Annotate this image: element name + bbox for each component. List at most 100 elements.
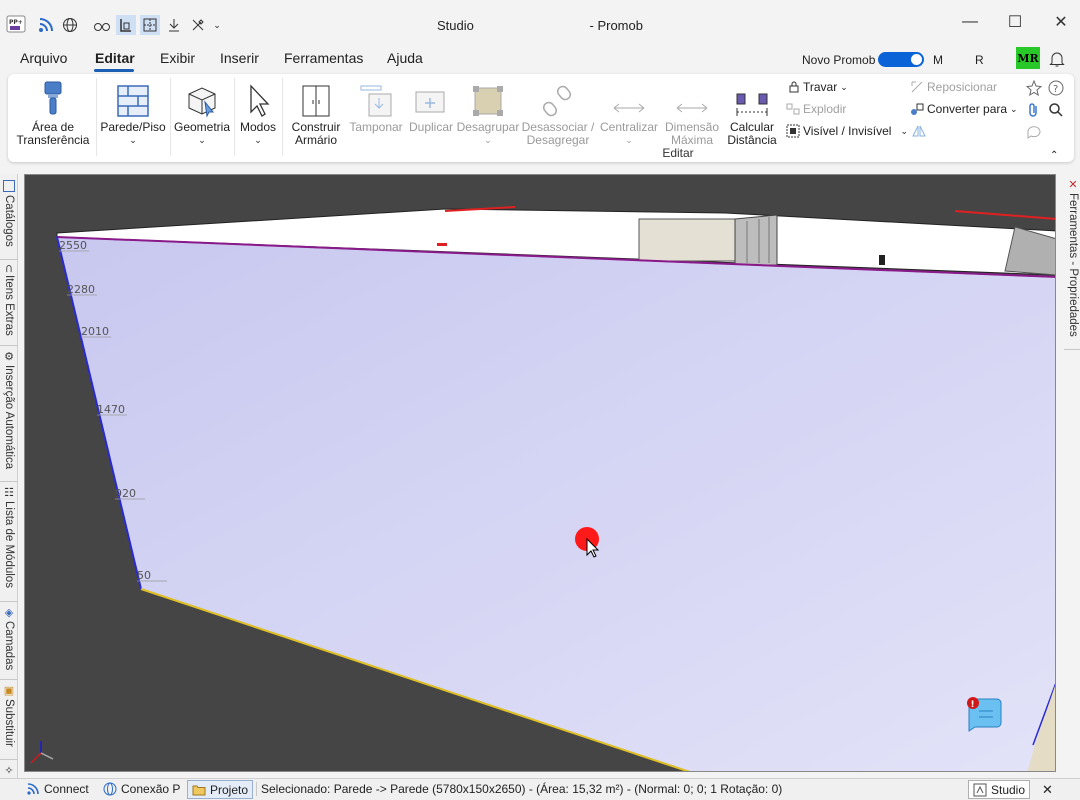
projeto-label: Projeto (210, 782, 249, 797)
desagrupar-button[interactable]: Desagrupar ⌄ (456, 78, 520, 147)
reposicionar-label: Reposicionar (927, 80, 998, 94)
tab-ferramentas-propriedades[interactable]: ✕ Ferramentas - Propriedades (1064, 176, 1080, 350)
studio-tab[interactable]: Studio (968, 780, 1031, 799)
travar-button[interactable]: Travar ⌄ (788, 80, 848, 94)
area-transferencia-label: Área de Transferência (16, 120, 90, 147)
folder-icon (192, 785, 206, 795)
conexao-button[interactable]: Conexão P (103, 782, 180, 796)
novo-promob-toggle[interactable] (878, 52, 924, 67)
centralizar-button[interactable]: Centralizar ⌄ (596, 78, 662, 147)
bell-icon[interactable] (1048, 50, 1066, 68)
construir-armario-button[interactable]: Construir Armário (286, 78, 346, 147)
active-menu-indicator (94, 69, 134, 72)
selection-info: Selecionado: Parede -> Parede (5780x150x… (256, 782, 782, 796)
construir-armario-label: Construir Armário (291, 120, 341, 147)
furniture-module[interactable] (638, 218, 736, 262)
modos-label: Modos (239, 120, 277, 134)
centralizar-label: Centralizar (599, 120, 659, 134)
user-avatar[interactable]: MR (1016, 47, 1040, 69)
tools-props-icon: ✕ (1066, 178, 1079, 191)
parede-piso-label: Parede/Piso (100, 120, 166, 134)
rss-icon (27, 783, 39, 795)
notification-bubble-icon[interactable]: ! (967, 697, 1002, 732)
status-bar: Connect Conexão P Projeto Selecionado: P… (0, 778, 1080, 800)
reposicionar-button[interactable]: Reposicionar (910, 80, 997, 94)
modos-button[interactable]: Modos ⌄ (236, 78, 280, 147)
mirror-icon[interactable] (912, 124, 926, 138)
dimensao-maxima-button[interactable]: Dimensão Máxima (660, 78, 724, 147)
3d-viewport[interactable]: 2550 2280 2010 1470 920 50 ! (24, 174, 1056, 772)
selection-info-text: Selecionado: Parede -> Parede (5780x150x… (261, 782, 783, 796)
explodir-button[interactable]: Explodir (786, 102, 846, 116)
max-dimension-icon (676, 103, 708, 113)
parede-piso-button[interactable]: Parede/Piso ⌄ (98, 78, 168, 147)
converter-para-button[interactable]: Converter para ⌄ (910, 102, 1018, 116)
scene-render[interactable]: 2550 2280 2010 1470 920 50 ! (25, 175, 1056, 772)
menu-ajuda[interactable]: Ajuda (387, 50, 423, 66)
tab-insercao-automatica[interactable]: ⚙ Inserção Automática (0, 348, 18, 482)
m-label[interactable]: M (933, 53, 943, 67)
tab-substituir-label: Substituir (3, 699, 15, 747)
ribbon-separator (96, 78, 97, 156)
area-transferencia-button[interactable]: Área de Transferência (10, 78, 96, 147)
dimensao-maxima-label: Dimensão Máxima (664, 120, 720, 147)
right-panel-tabs: ✕ Ferramentas - Propriedades (1062, 174, 1080, 774)
visivel-invisivel-button[interactable]: Visível / Invisível ⌄ (786, 124, 908, 138)
menu-exibir[interactable]: Exibir (160, 50, 195, 66)
geometria-label: Geometria (173, 120, 231, 134)
tab-itens-extras-label: Itens Extras (3, 275, 15, 336)
close-studio-icon[interactable]: ✕ (1042, 782, 1053, 798)
explodir-label: Explodir (803, 102, 847, 116)
brick-wall-icon (117, 85, 149, 117)
dimension-label: 50 (137, 569, 151, 582)
menu-inserir[interactable]: Inserir (220, 50, 259, 66)
tab-itens-extras[interactable]: ⊂ Itens Extras (0, 262, 18, 346)
duplicar-button[interactable]: Duplicar (406, 78, 456, 134)
chevron-down-icon: ⌄ (625, 135, 633, 145)
duplicate-icon (415, 91, 445, 113)
chevron-down-icon: ⌄ (198, 135, 206, 145)
visibility-icon (786, 124, 800, 138)
convert-icon (911, 103, 924, 115)
extras-icon: ⊂ (2, 264, 15, 274)
tab-lista-modulos[interactable]: ☷ Lista de Módulos (0, 484, 18, 602)
menu-arquivo[interactable]: Arquivo (20, 50, 67, 66)
connect-button[interactable]: Connect (26, 782, 89, 796)
projeto-button[interactable]: Projeto (187, 780, 254, 799)
tab-substituir[interactable]: ▣ Substituir (0, 682, 18, 760)
tamponar-button[interactable]: Tamponar (346, 78, 406, 134)
r-label[interactable]: R (975, 53, 984, 67)
tab-ferramentas-propriedades-label: Ferramentas - Propriedades (1067, 193, 1079, 337)
collapse-ribbon-icon[interactable]: ⌃ (1050, 150, 1058, 161)
calcular-distancia-button[interactable]: Calcular Distância (724, 78, 780, 147)
duplicar-label: Duplicar (408, 120, 453, 134)
tab-camadas[interactable]: ◈ Camadas (0, 604, 18, 680)
chat-icon[interactable] (1026, 124, 1042, 140)
desassociar-button[interactable]: Desassociar / Desagregar (520, 78, 596, 147)
catalog-icon (3, 180, 15, 192)
close-button[interactable]: ✕ (1049, 12, 1073, 32)
tab-camadas-label: Camadas (3, 621, 15, 671)
layers-icon: ◈ (2, 606, 15, 619)
menu-ferramentas[interactable]: Ferramentas (284, 50, 363, 66)
star-icon[interactable] (1026, 80, 1042, 96)
svg-text:?: ? (1053, 84, 1058, 95)
as-icon: ✧ (2, 764, 15, 777)
geometria-button[interactable]: Geometria ⌄ (172, 78, 232, 147)
studio-label: Studio (991, 782, 1026, 797)
connect-label: Connect (44, 782, 89, 796)
tab-catalogos[interactable]: Catálogos (0, 178, 18, 260)
help-icon[interactable]: ? (1048, 80, 1064, 96)
tab-catalogos-label: Catálogos (3, 195, 15, 247)
menu-editar[interactable]: Editar (95, 50, 135, 66)
search-icon[interactable] (1048, 102, 1064, 118)
tamponar-label: Tamponar (349, 120, 403, 134)
furniture-module[interactable] (734, 214, 778, 266)
ungroup-icon (473, 86, 503, 116)
replace-icon: ▣ (2, 684, 15, 697)
maximize-button[interactable]: ☐ (1003, 12, 1027, 32)
dimension-label: 2010 (81, 325, 109, 338)
minimize-button[interactable]: — (958, 12, 982, 32)
broken-link-icon (542, 85, 572, 117)
attachment-icon[interactable] (1026, 102, 1042, 118)
